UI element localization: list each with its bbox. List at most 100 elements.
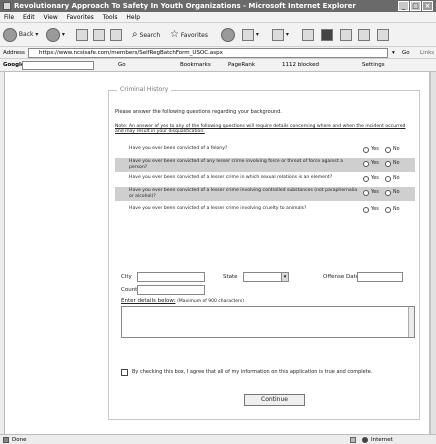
textarea-scrollbar[interactable] (408, 307, 414, 337)
address-bar: Address https://www.ncsisafe.com/members… (0, 47, 436, 59)
google-go-button[interactable]: Go (118, 59, 126, 71)
star-icon: ☆ (170, 29, 179, 40)
edit-button[interactable] (302, 26, 314, 43)
toolbar: Back ▾ ▾ ⌕ Search ☆ Favorites ▾ ▾ (0, 23, 436, 47)
lock-icon (350, 437, 356, 443)
bookmarks-button[interactable]: Bookmarks (180, 59, 211, 71)
status-text: Done (12, 437, 27, 443)
intro-text: Please answer the following questions re… (115, 109, 282, 115)
window-titlebar: Revolutionary Approach To Safety In Yout… (0, 0, 436, 12)
refresh-icon (93, 28, 105, 41)
continue-button[interactable]: Continue (244, 394, 305, 406)
state-select[interactable]: ▾ (243, 272, 289, 282)
extra-button[interactable] (377, 26, 389, 43)
menu-favorites[interactable]: Favorites (67, 14, 94, 21)
offense-date-label: Offense Date (323, 274, 360, 280)
disqualification-note: Note: An answer of yes to any of the fol… (115, 124, 406, 134)
mail-icon (242, 28, 254, 41)
menu-view[interactable]: View (44, 14, 58, 21)
page-scrollbar[interactable] (430, 72, 436, 434)
question-sexual: Have you ever been convicted of a lesser… (129, 175, 333, 180)
close-button[interactable]: × (422, 1, 433, 11)
forward-button[interactable]: ▾ (46, 26, 65, 43)
animals-no-label: No (393, 207, 400, 212)
messenger-icon (340, 28, 352, 41)
page-content: Criminal History Please answer the follo… (4, 72, 430, 434)
question-substances: Have you ever been convicted of a lesser… (115, 187, 415, 201)
google-settings-button[interactable]: Settings (362, 59, 385, 71)
force-yes-radio[interactable] (363, 161, 369, 167)
menu-file[interactable]: File (4, 14, 14, 21)
status-bar: Done Internet (0, 434, 436, 444)
extra-tool-icon (377, 28, 389, 41)
page-icon (3, 437, 9, 443)
print-button[interactable]: ▾ (272, 26, 289, 43)
menu-edit[interactable]: Edit (23, 14, 35, 21)
agree-text: By checking this box, I agree that all o… (132, 369, 373, 375)
research-icon (321, 28, 333, 41)
popup-blocked-label[interactable]: 1112 blocked (282, 59, 319, 71)
address-input[interactable]: https://www.ncsisafe.com/members/SelfReg… (28, 48, 388, 58)
menu-bar: File Edit View Favorites Tools Help (0, 12, 436, 23)
google-search-input[interactable] (22, 61, 94, 70)
sexual-yes-radio[interactable] (363, 176, 369, 182)
home-button[interactable] (110, 26, 122, 43)
city-input[interactable] (137, 272, 205, 282)
force-no-radio[interactable] (385, 161, 391, 167)
sexual-no-radio[interactable] (385, 176, 391, 182)
question-animals: Have you ever been convicted of a lesser… (129, 206, 307, 211)
sexual-no-label: No (393, 176, 400, 181)
chevron-down-icon: ▾ (281, 273, 288, 281)
question-felony: Have you ever been convicted of a felony… (129, 146, 228, 151)
history-button[interactable] (221, 26, 235, 43)
favorites-button[interactable]: ☆ Favorites (170, 26, 208, 43)
felony-no-label: No (393, 147, 400, 152)
forward-arrow-icon (46, 27, 60, 42)
stop-icon (76, 28, 88, 41)
research-button[interactable] (321, 26, 333, 43)
zone-text: Internet (371, 437, 393, 443)
minimize-button[interactable]: _ (398, 1, 409, 11)
animals-no-radio[interactable] (385, 207, 391, 213)
details-hint: (Maximum of 900 characters) (177, 299, 244, 304)
search-button[interactable]: ⌕ Search (132, 26, 160, 43)
edit-page-icon (302, 28, 314, 41)
menu-help[interactable]: Help (126, 14, 140, 21)
felony-no-radio[interactable] (385, 147, 391, 153)
menu-tools[interactable]: Tools (103, 14, 118, 21)
stop-button[interactable] (76, 26, 88, 43)
state-label: State (223, 274, 238, 280)
sexual-yes-label: Yes (371, 176, 379, 181)
discuss-button[interactable] (358, 26, 370, 43)
details-label: Enter details below: (Maximum of 900 cha… (121, 298, 244, 304)
felony-yes-label: Yes (371, 147, 379, 152)
go-button[interactable]: Go (402, 47, 410, 59)
substances-no-radio[interactable] (385, 190, 391, 196)
force-yes-label: Yes (371, 161, 379, 166)
felony-yes-radio[interactable] (363, 147, 369, 153)
links-label[interactable]: Links (420, 47, 434, 59)
ie-icon (3, 2, 11, 10)
substances-no-label: No (393, 190, 400, 195)
city-label: City (121, 274, 132, 280)
substances-yes-radio[interactable] (363, 190, 369, 196)
search-icon: ⌕ (132, 29, 138, 40)
google-toolbar: Google Go Bookmarks PageRank 1112 blocke… (0, 59, 436, 72)
animals-yes-radio[interactable] (363, 207, 369, 213)
address-url: https://www.ncsisafe.com/members/SelfReg… (39, 50, 223, 56)
address-dropdown-icon[interactable]: ▾ (392, 47, 395, 59)
pagerank-button[interactable]: PageRank (228, 59, 255, 71)
messenger-button[interactable] (340, 26, 352, 43)
refresh-button[interactable] (93, 26, 105, 43)
animals-yes-label: Yes (371, 207, 379, 212)
force-no-label: No (393, 161, 400, 166)
back-button[interactable]: Back ▾ (3, 26, 38, 43)
maximize-button[interactable]: □ (410, 1, 421, 11)
county-input[interactable] (137, 285, 205, 295)
home-icon (110, 28, 122, 41)
mail-button[interactable]: ▾ (242, 26, 259, 43)
question-force: Have you ever been convicted of any less… (115, 158, 415, 172)
offense-date-input[interactable] (357, 272, 403, 282)
details-textarea[interactable] (121, 306, 415, 338)
discuss-icon (358, 28, 370, 41)
